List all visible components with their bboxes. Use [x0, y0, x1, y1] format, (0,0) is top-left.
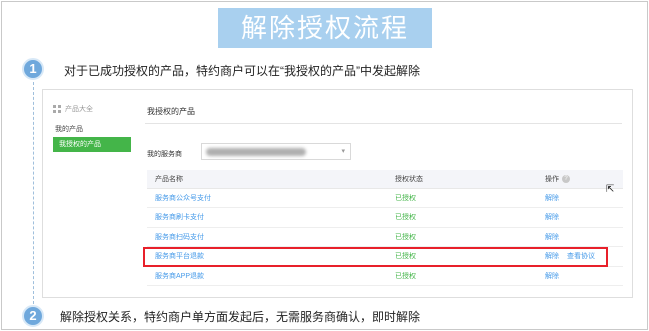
status-text: 已授权 — [395, 214, 416, 222]
status-text: 已授权 — [395, 194, 416, 202]
step-1-text: 对于已成功授权的产品，特约商户可以在“我授权的产品”中发起解除 — [64, 64, 420, 78]
embedded-screenshot: 产品大全 我的产品 我授权的产品 我授权的产品 我的服务商 ▾ 产品名称 授权状… — [42, 89, 633, 298]
help-icon[interactable]: ? — [562, 174, 570, 183]
table-row: 服务商扫码支付 已授权 解除 — [147, 227, 623, 247]
revoke-link[interactable]: 解除 — [545, 273, 559, 280]
sidebar-header-label: 产品大全 — [65, 106, 93, 113]
chevron-down-icon: ▾ — [341, 148, 345, 155]
table-row: 服务商公众号支付 已授权 解除 — [147, 188, 623, 208]
sidebar-header[interactable]: 产品大全 — [53, 104, 93, 114]
product-name-link[interactable]: 服务商扫码支付 — [155, 234, 204, 241]
sidebar: 产品大全 我的产品 我授权的产品 — [43, 90, 133, 297]
product-name-link[interactable]: 服务商公众号支付 — [155, 195, 211, 202]
step-2-text: 解除授权关系，特约商户单方面发起后，无需服务商确认，即时解除 — [60, 310, 421, 324]
products-table: 产品名称 授权状态 操作? 服务商公众号支付 已授权 解除 服务商刷卡支付 已授… — [147, 170, 623, 286]
vendor-label: 我的服务商 — [147, 151, 182, 158]
status-text: 已授权 — [395, 272, 416, 280]
revoke-link[interactable]: 解除 — [545, 195, 559, 202]
revoke-link[interactable]: 解除 — [545, 234, 559, 241]
col-header-status: 授权状态 — [387, 170, 537, 189]
step-2-badge: 2 — [22, 305, 44, 327]
step-connector — [33, 82, 34, 304]
vendor-value-redacted — [206, 148, 306, 156]
table-header-row: 产品名称 授权状态 操作? — [147, 170, 623, 189]
highlight-annotation — [143, 247, 608, 267]
main-title: 我授权的产品 — [147, 107, 195, 116]
title-divider — [145, 123, 622, 124]
sidebar-item-authorized-products[interactable]: 我授权的产品 — [53, 137, 131, 152]
vendor-select[interactable]: ▾ — [201, 143, 351, 160]
step-1-badge: 1 — [22, 58, 44, 80]
col-header-action-label: 操作 — [545, 175, 559, 183]
page-title: 解除授权流程 — [218, 8, 432, 48]
product-name-link[interactable]: 服务商APP退款 — [155, 273, 204, 280]
table-row: 服务商APP退款 已授权 解除 — [147, 266, 623, 286]
table-row: 服务商刷卡支付 已授权 解除 — [147, 207, 623, 228]
product-name-link[interactable]: 服务商刷卡支付 — [155, 214, 204, 221]
mouse-cursor-icon: ⇱ — [606, 184, 615, 195]
revoke-link[interactable]: 解除 — [545, 214, 559, 221]
sidebar-item-my-products[interactable]: 我的产品 — [55, 124, 83, 134]
grid-icon — [53, 105, 61, 114]
status-text: 已授权 — [395, 233, 416, 241]
col-header-name: 产品名称 — [147, 170, 387, 189]
